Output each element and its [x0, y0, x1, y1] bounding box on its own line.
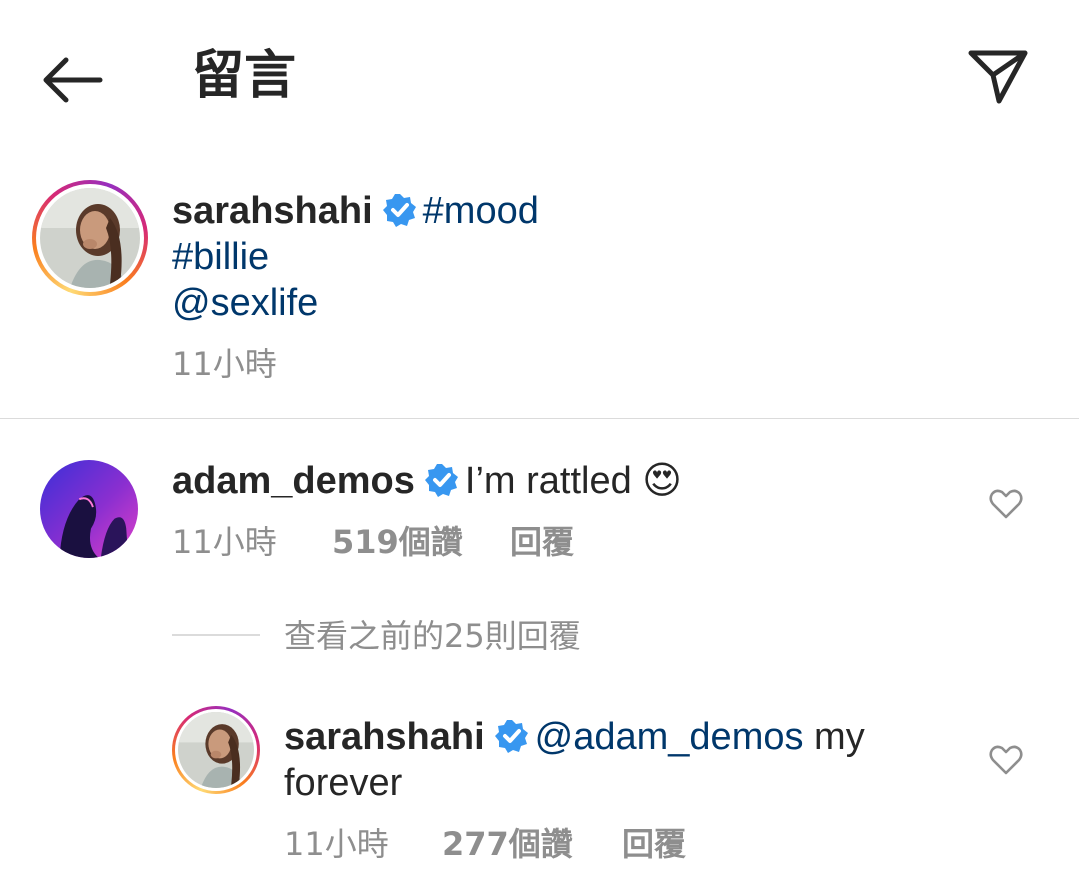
paper-plane-icon — [968, 50, 1028, 104]
page-title: 留言 — [192, 46, 297, 106]
avatar-image — [40, 460, 138, 558]
avatar[interactable] — [40, 460, 138, 558]
like-button[interactable] — [984, 740, 1028, 780]
comment-username[interactable]: adam_demos — [172, 460, 415, 502]
reply-username[interactable]: sarahshahi — [284, 716, 485, 758]
comment-text: I’m rattled — [464, 460, 632, 502]
caption-username[interactable]: sarahshahi — [172, 190, 373, 232]
view-previous-replies[interactable]: 查看之前的25則回覆 — [284, 616, 581, 656]
reply-button[interactable]: 回覆 — [510, 523, 574, 561]
reply-likes[interactable]: 277個讚 — [442, 825, 573, 863]
hashtag-link[interactable]: #mood — [423, 190, 539, 232]
heart-eyes-emoji: 😍 — [642, 460, 682, 502]
avatar-image — [178, 712, 254, 788]
reply-text: forever — [284, 762, 403, 804]
avatar[interactable] — [172, 706, 260, 794]
like-button[interactable] — [984, 484, 1028, 524]
back-button[interactable] — [30, 44, 114, 116]
reply-timestamp: 11小時 — [284, 825, 389, 863]
arrow-left-icon — [43, 57, 103, 103]
verified-badge-icon — [424, 463, 458, 497]
divider — [0, 418, 1079, 419]
heart-icon — [989, 745, 1023, 775]
heart-icon — [989, 489, 1023, 519]
replies-divider — [172, 634, 260, 636]
avatar[interactable] — [32, 180, 148, 296]
reply-text: my — [803, 716, 865, 758]
caption-timestamp: 11小時 — [172, 345, 277, 383]
verified-badge-icon — [494, 719, 528, 753]
avatar-image — [40, 188, 140, 288]
reply-button[interactable]: 回覆 — [622, 825, 686, 863]
comment-likes[interactable]: 519個讚 — [332, 523, 463, 561]
verified-badge-icon — [382, 193, 416, 227]
share-button[interactable] — [960, 40, 1036, 112]
mention-link[interactable]: @sexlife — [172, 280, 318, 326]
hashtag-link[interactable]: #billie — [172, 234, 269, 280]
mention-link[interactable]: @adam_demos — [535, 716, 804, 758]
comment-timestamp: 11小時 — [172, 523, 277, 561]
